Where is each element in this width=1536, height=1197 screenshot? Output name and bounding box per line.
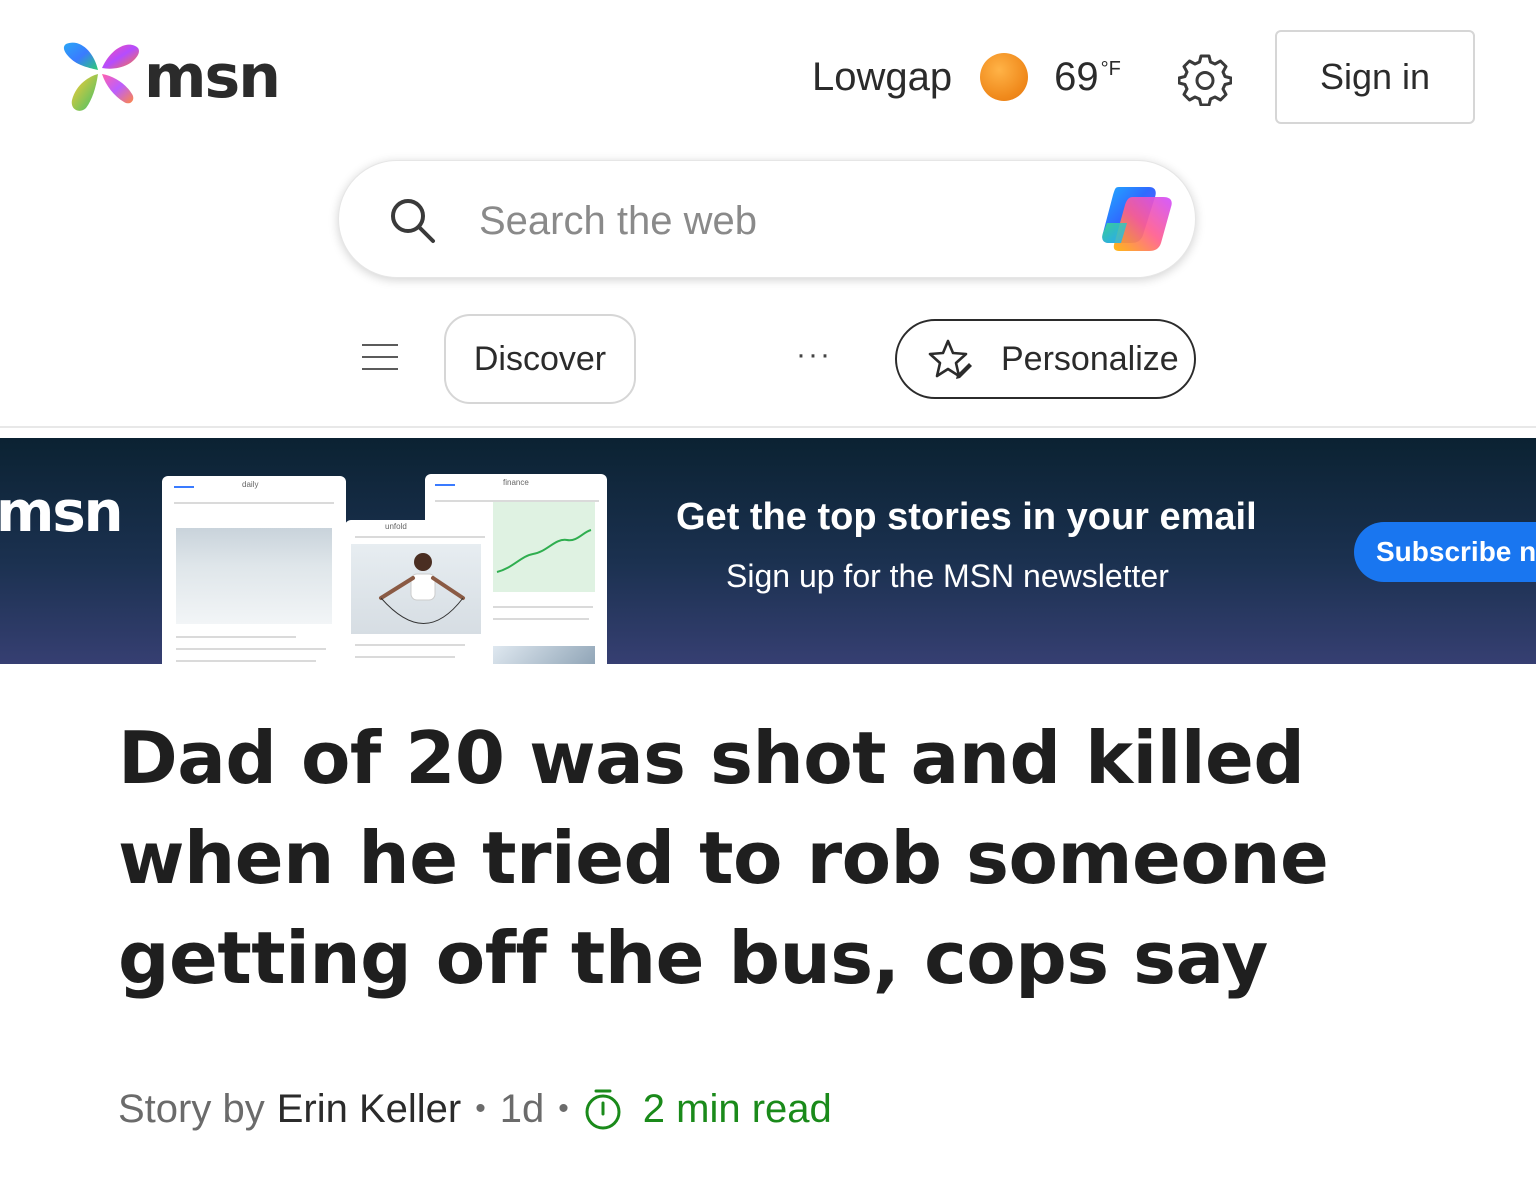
newsletter-preview-card: unfold: [345, 520, 493, 664]
article-headline: Dad of 20 was shot and killed when he tr…: [118, 716, 1329, 1000]
weather-temperature: 69 °F: [1054, 55, 1121, 100]
temperature-value: 69: [1054, 54, 1099, 99]
plane-image: [493, 646, 595, 664]
search-icon[interactable]: [387, 195, 439, 247]
banner-subtitle: Sign up for the MSN newsletter: [726, 558, 1169, 594]
author-link[interactable]: Erin Keller: [277, 1087, 462, 1132]
jump-rope-image: [351, 544, 481, 634]
chart-preview-image: [493, 502, 595, 592]
copilot-icon[interactable]: [1097, 183, 1177, 255]
story-by-label: Story by: [118, 1086, 265, 1131]
newsletter-preview-card: daily: [162, 476, 346, 664]
msn-butterfly-icon: [63, 42, 139, 111]
msn-logo-text: msn: [144, 42, 281, 112]
read-time: 2 min read: [583, 1087, 832, 1132]
gear-icon[interactable]: [1178, 52, 1232, 106]
msn-logo[interactable]: msn: [60, 38, 281, 116]
nav-bar: Discover ··· Personalize: [0, 300, 1536, 420]
card-label: unfold: [385, 522, 407, 531]
hamburger-icon[interactable]: [362, 344, 398, 374]
separator-dot: •: [475, 1092, 486, 1125]
article-byline: Story by Erin Keller • 1d • 2 min read: [118, 1084, 832, 1134]
sun-icon: [980, 53, 1029, 101]
banner-title: Get the top stories in your email: [676, 496, 1257, 538]
personalize-button[interactable]: Personalize: [895, 319, 1196, 399]
timer-icon: [585, 1089, 621, 1130]
sign-in-button[interactable]: Sign in: [1275, 30, 1475, 124]
search-input[interactable]: [479, 191, 1079, 251]
snow-hikers-image: [176, 528, 332, 624]
msn-article-page: msn Lowgap 69 °F Sign in Search the web …: [0, 0, 1536, 1197]
banner-msn-logo: msn: [0, 480, 124, 545]
weather-location: Lowgap: [812, 54, 953, 99]
star-edit-icon: [928, 339, 972, 379]
card-label: daily: [242, 480, 259, 489]
article-age: 1d: [499, 1086, 545, 1131]
temperature-unit: °F: [1100, 58, 1121, 81]
read-time-label: 2 min read: [642, 1086, 832, 1131]
header-divider: [0, 426, 1536, 428]
separator-dot: •: [558, 1092, 569, 1125]
search-box[interactable]: [338, 160, 1196, 278]
more-icon[interactable]: ···: [796, 338, 832, 372]
subscribe-button[interactable]: Subscribe n: [1354, 522, 1536, 582]
newsletter-banner[interactable]: msn daily finance unfold Get the top sto…: [0, 438, 1536, 664]
card-label: finance: [503, 478, 529, 487]
top-header: msn Lowgap 69 °F Sign in: [0, 0, 1536, 150]
weather-widget[interactable]: Lowgap 69 °F: [812, 50, 1121, 104]
personalize-label: Personalize: [1001, 339, 1179, 378]
discover-tab[interactable]: Discover: [444, 314, 636, 404]
